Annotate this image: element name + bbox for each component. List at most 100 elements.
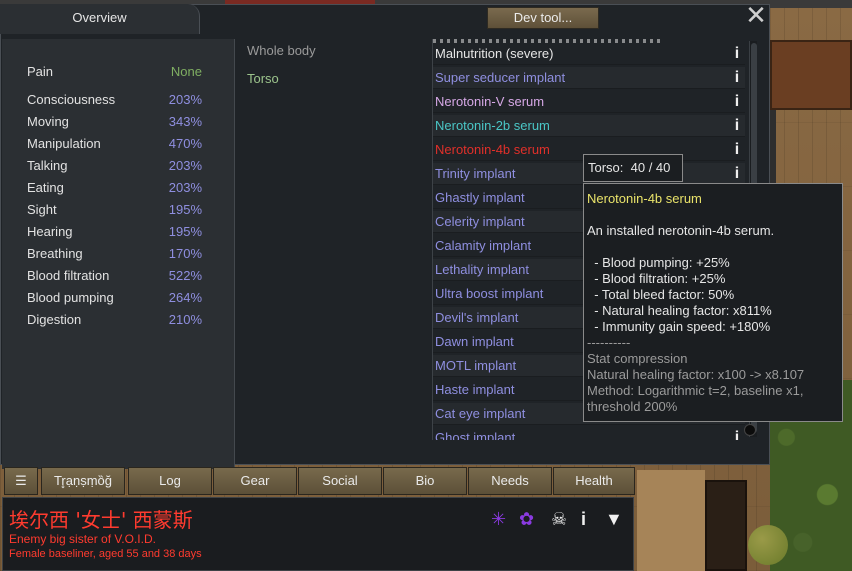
hediff-label: Nerotonin-2b serum bbox=[435, 118, 550, 133]
hediff-row[interactable]: Malnutrition (severe) i bbox=[433, 43, 745, 65]
tooltip-effect: - Blood filtration: +25% bbox=[587, 271, 726, 286]
hediff-row[interactable]: Nerotonin-V serum i bbox=[433, 91, 745, 113]
capacity-row[interactable]: Blood pumping 264% bbox=[27, 288, 207, 308]
body-part-whole-body: Whole body bbox=[247, 43, 316, 58]
hediff-label: Haste implant bbox=[435, 382, 515, 397]
tooltip-effect: - Total bleed factor: 50% bbox=[587, 287, 735, 302]
hediff-label: Ultra boost implant bbox=[435, 286, 544, 301]
info-icon[interactable]: i bbox=[581, 508, 586, 530]
capacity-row[interactable]: Talking 203% bbox=[27, 156, 207, 176]
tab-transmog[interactable]: Tr̥ạṇṣṃȍğ bbox=[41, 467, 125, 495]
dev-tool-button[interactable]: Dev tool... bbox=[487, 7, 599, 29]
hediff-row[interactable]: Super seducer implant i bbox=[433, 67, 745, 89]
flower-bush bbox=[748, 525, 788, 565]
character-name: 埃尔西 '女士' 西蒙斯 bbox=[9, 508, 193, 532]
close-icon[interactable]: ✕ bbox=[745, 2, 767, 28]
tooltip-effect: - Blood pumping: +25% bbox=[587, 255, 730, 270]
door bbox=[705, 480, 747, 571]
spider-icon[interactable]: ✳ bbox=[491, 508, 506, 530]
capacity-value: 210% bbox=[168, 312, 202, 327]
hediff-label: Ghastly implant bbox=[435, 190, 525, 205]
hediff-row[interactable]: Nerotonin-2b serum i bbox=[433, 115, 745, 137]
info-icon[interactable]: i bbox=[733, 44, 741, 64]
capacity-row[interactable]: Digestion 210% bbox=[27, 310, 207, 330]
capacity-name: Manipulation bbox=[27, 136, 101, 151]
drop-icon[interactable]: ▼ bbox=[605, 508, 623, 530]
capacity-value: 470% bbox=[168, 136, 202, 151]
hediff-row[interactable]: Ghost implant i bbox=[433, 427, 745, 440]
hediff-label: Nerotonin-4b serum bbox=[435, 142, 550, 157]
octopus-icon[interactable]: ✿ bbox=[519, 508, 534, 530]
info-icon[interactable]: i bbox=[733, 92, 741, 112]
hediff-label: Celerity implant bbox=[435, 214, 525, 229]
tab-gear[interactable]: Gear bbox=[213, 467, 297, 495]
tooltip-stat-line: Natural healing factor: x100 -> x8.107 bbox=[587, 367, 805, 382]
capacity-value: 195% bbox=[168, 224, 202, 239]
tab-bio[interactable]: Bio bbox=[383, 467, 467, 495]
capacity-row[interactable]: Eating 203% bbox=[27, 178, 207, 198]
hediff-label: Lethality implant bbox=[435, 262, 529, 277]
info-icon[interactable]: i bbox=[733, 116, 741, 136]
hediff-label: Nerotonin-V serum bbox=[435, 94, 545, 109]
capacity-value: 170% bbox=[168, 246, 202, 261]
capacity-row[interactable]: Sight 195% bbox=[27, 200, 207, 220]
info-icon[interactable]: i bbox=[733, 140, 741, 160]
body-part-tooltip: Torso: 40 / 40 bbox=[583, 154, 683, 182]
character-panel: 埃尔西 '女士' 西蒙斯 Enemy big sister of V.O.I.D… bbox=[2, 497, 634, 571]
capacity-row[interactable]: Hearing 195% bbox=[27, 222, 207, 242]
capacity-value: 195% bbox=[168, 202, 202, 217]
capacity-row[interactable]: Breathing 170% bbox=[27, 244, 207, 264]
capacities-panel: Pain None Consciousness 203% Moving 343% Manip… bbox=[2, 39, 235, 469]
tooltip-stat-line: Stat compression bbox=[587, 351, 688, 366]
menu-icon[interactable]: ☰ bbox=[4, 467, 38, 495]
capacity-value: 203% bbox=[168, 158, 202, 173]
tooltip-title: Nerotonin-4b serum bbox=[587, 191, 702, 206]
info-icon[interactable]: i bbox=[733, 68, 741, 88]
capacity-row[interactable]: Blood filtration 522% bbox=[27, 266, 207, 286]
capacity-name: Talking bbox=[27, 158, 68, 173]
tab-overview[interactable]: Overview bbox=[0, 4, 200, 34]
wooden-furniture bbox=[770, 40, 852, 110]
skull-icon[interactable]: ☠ bbox=[551, 508, 567, 530]
capacity-name: Sight bbox=[27, 202, 57, 217]
capacity-row[interactable]: Moving 343% bbox=[27, 112, 207, 132]
hediff-label: Devil's implant bbox=[435, 310, 519, 325]
capacity-name: Digestion bbox=[27, 312, 82, 327]
tooltip-separator: ---------- bbox=[587, 335, 631, 350]
hediff-label: Dawn implant bbox=[435, 334, 514, 349]
tooltip-stat-line: threshold 200% bbox=[587, 399, 678, 414]
capacity-name: Eating bbox=[27, 180, 64, 195]
tab-needs[interactable]: Needs bbox=[468, 467, 552, 495]
character-title: Enemy big sister of V.O.I.D. bbox=[9, 532, 156, 546]
tab-health[interactable]: Health bbox=[553, 467, 635, 495]
tab-log[interactable]: Log bbox=[128, 467, 212, 495]
info-icon[interactable]: i bbox=[733, 428, 741, 440]
capacity-name: Consciousness bbox=[27, 92, 116, 107]
capacity-row[interactable]: Consciousness 203% bbox=[27, 90, 207, 110]
hediff-label: Cat eye implant bbox=[435, 406, 526, 421]
capacity-value: 264% bbox=[168, 290, 202, 305]
capacity-name: Hearing bbox=[27, 224, 73, 239]
capacity-value: 522% bbox=[168, 268, 202, 283]
capacity-name: Pain bbox=[27, 64, 54, 79]
tooltip-effect: - Immunity gain speed: +180% bbox=[587, 319, 771, 334]
hediff-label: Ghost implant bbox=[435, 430, 516, 440]
tooltip-stat-line: Method: Logarithmic t=2, baseline x1, bbox=[587, 383, 804, 398]
capacity-value: 203% bbox=[168, 180, 202, 195]
hediff-label: Super seducer implant bbox=[435, 70, 566, 85]
capacity-row[interactable]: Pain None bbox=[27, 62, 207, 82]
info-icon[interactable]: i bbox=[733, 164, 741, 184]
character-description: Female baseliner, aged 55 and 38 days bbox=[9, 548, 202, 560]
capacity-value: None bbox=[170, 64, 202, 79]
inspect-tab-bar: ☰ Tr̥ạṇṣṃȍğ Log Gear Social Bio Needs He… bbox=[4, 467, 636, 497]
hediff-label: MOTL implant bbox=[435, 358, 517, 373]
tab-social[interactable]: Social bbox=[298, 467, 382, 495]
tooltip-effect: - Natural healing factor: x811% bbox=[587, 303, 772, 318]
capacity-value: 203% bbox=[168, 92, 202, 107]
capacity-name: Breathing bbox=[27, 246, 83, 261]
capacity-value: 343% bbox=[168, 114, 202, 129]
capacity-row[interactable]: Manipulation 470% bbox=[27, 134, 207, 154]
floor-patch bbox=[637, 470, 705, 571]
scroll-knob-icon bbox=[744, 424, 756, 436]
hediff-label: Trinity implant bbox=[435, 166, 516, 181]
